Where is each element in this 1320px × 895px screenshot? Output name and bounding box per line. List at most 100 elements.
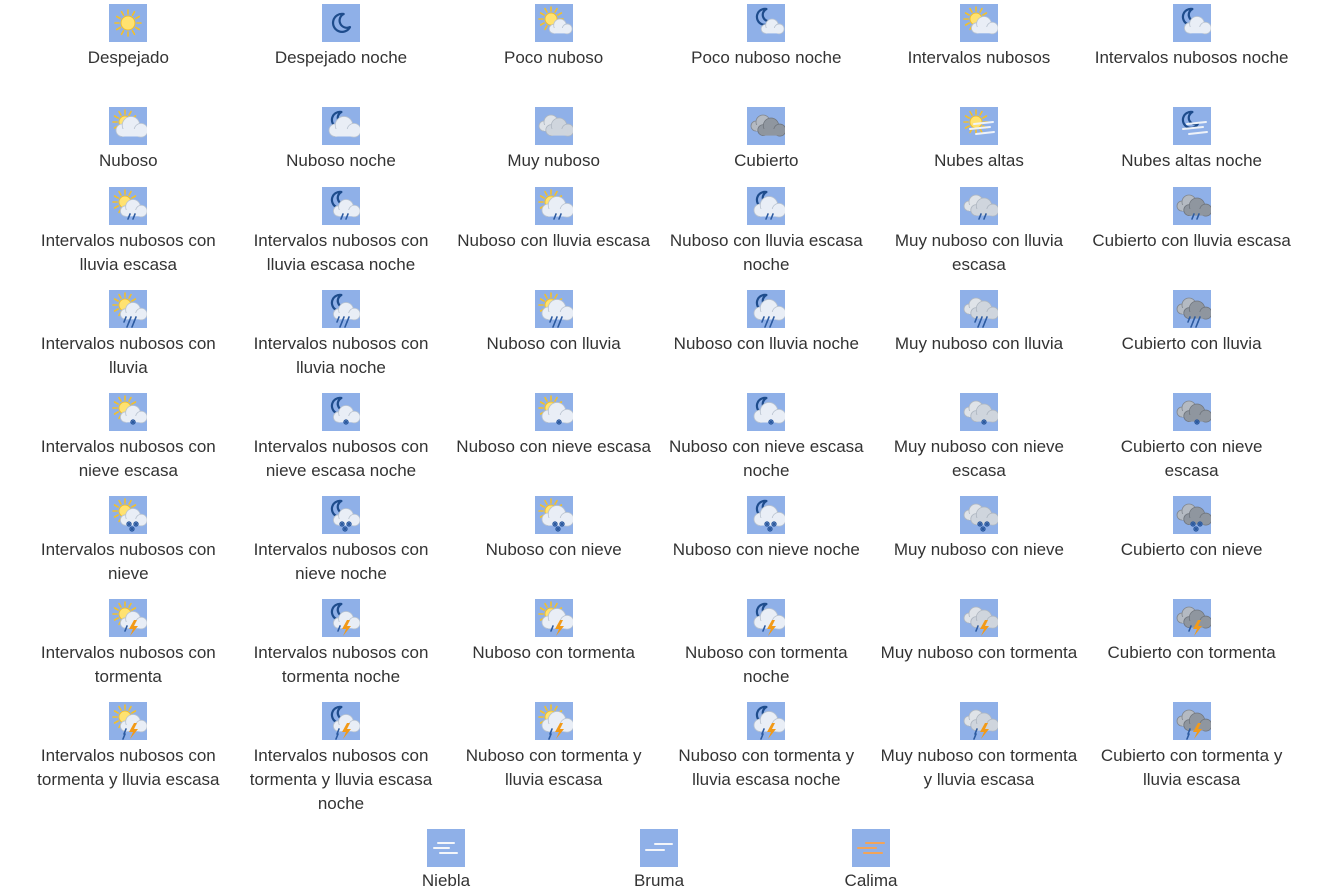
legend-item-label: Nuboso noche [286,151,396,170]
legend-item-cubierto-lluvia-escasa: Cubierto con lluvia escasa [1085,187,1298,290]
clouds-icon [534,107,573,145]
sun-cloud-storm-icon [109,599,148,637]
legend-item-intervalos-nubosos-nieve-escasa: Intervalos nubosos con nieve escasa [22,393,235,496]
haze-icon [852,829,890,867]
legend-item-label: Muy nuboso con tormenta y lluvia escasa [880,746,1078,789]
legend-item-label: Muy nuboso con nieve escasa [893,437,1064,480]
clouds-snow-icon [959,496,998,534]
dark-clouds-snow-icon [1172,496,1211,534]
legend-item-intervalos-nubosos-lluvia-noche: Intervalos nubosos con lluvia noche [235,290,448,393]
legend-item-nuboso-lluvia: Nuboso con lluvia [447,290,660,393]
legend-item-label: Muy nuboso con lluvia [894,334,1064,353]
legend-item-poco-nuboso: Poco nuboso [447,4,660,107]
legend-item-label: Muy nuboso con nieve [893,540,1064,559]
legend-item-label: Intervalos nubosos con nieve [40,540,216,583]
sun-cloud-light-snow-icon [534,393,573,431]
legend-item-label: Nuboso con nieve noche [672,540,860,559]
sun-cloud-rain-icon [109,290,148,328]
sun-cloud-storm-icon [534,599,573,637]
legend-item-label: Nubes altas noche [1121,151,1263,170]
legend-item-niebla: Niebla [386,829,506,893]
legend-item-intervalos-nubosos-tormenta-noche: Intervalos nubosos con tormenta noche [235,599,448,702]
legend-item-intervalos-nubosos-nieve-escasa-noche: Intervalos nubosos con nieve escasa noch… [235,393,448,496]
sun-high-clouds-icon [959,107,998,145]
dark-clouds-storm-rain-icon [1172,702,1211,740]
legend-item-muy-nuboso: Muy nuboso [447,107,660,187]
moon-cloud-storm-rain-icon [321,702,360,740]
legend-item-cubierto: Cubierto [660,107,873,187]
legend-item-label: Muy nuboso con lluvia escasa [894,231,1064,274]
legend-item-intervalos-nubosos-nieve-noche: Intervalos nubosos con nieve noche [235,496,448,599]
moon-cloud-snow-icon [747,496,786,534]
legend-item-label: Intervalos nubosos con nieve escasa noch… [253,437,429,480]
legend-item-label: Niebla [421,871,471,890]
legend-item-label: Nuboso con lluvia [486,334,621,353]
legend-item-label: Muy nuboso con tormenta [880,643,1078,662]
legend-item-muy-nuboso-tormenta-lluvia-escasa: Muy nuboso con tormenta y lluvia escasa [873,702,1086,805]
legend-item-label: Intervalos nubosos [907,48,1051,67]
legend-item-nubes-altas-noche: Nubes altas noche [1085,107,1298,187]
legend-item-cubierto-tormenta-lluvia-escasa: Cubierto con tormenta y lluvia escasa [1085,702,1298,805]
legend-item-label: Nuboso con tormenta y lluvia escasa [465,746,642,789]
legend-row: Intervalos nubosos con lluvia Intervalos… [22,290,1298,393]
sun-cloud-icon [109,107,148,145]
legend-item-label: Nubes altas [934,151,1024,170]
weather-legend-grid: Despejado Despejado noche Poco nuboso Po… [22,4,1298,813]
legend-item-label: Intervalos nubosos con lluvia noche [253,334,429,377]
legend-item-label: Nuboso con nieve escasa noche [668,437,864,480]
moon-small-cloud-icon [747,4,786,42]
legend-row: Intervalos nubosos con tormenta y lluvia… [22,702,1298,813]
legend-item-label: Intervalos nubosos con nieve escasa [40,437,216,480]
legend-item-bruma: Bruma [599,829,719,893]
fog-icon [427,829,465,867]
legend-item-label: Intervalos nubosos noche [1094,48,1289,67]
legend-item-label: Cubierto con tormenta [1107,643,1276,662]
legend-item-despejado: Despejado [22,4,235,107]
moon-icon [321,4,360,42]
legend-row: Intervalos nubosos con tormenta Interval… [22,599,1298,702]
moon-cloud-storm-icon [747,599,786,637]
legend-item-muy-nuboso-nieve: Muy nuboso con nieve [873,496,1086,599]
moon-cloud-light-snow-icon [747,393,786,431]
legend-item-nuboso-noche: Nuboso noche [235,107,448,187]
legend-item-label: Despejado [87,48,169,67]
legend-row: Intervalos nubosos con nieve Intervalos … [22,496,1298,599]
moon-cloud-light-rain-icon [321,187,360,225]
legend-item-intervalos-nubosos-nieve: Intervalos nubosos con nieve [22,496,235,599]
legend-item-nuboso-tormenta-lluvia-escasa-noche: Nuboso con tormenta y lluvia escasa noch… [660,702,873,805]
legend-item-label: Calima [844,871,898,890]
moon-cloud-light-rain-icon [747,187,786,225]
legend-item-muy-nuboso-lluvia: Muy nuboso con lluvia [873,290,1086,393]
dark-clouds-light-snow-icon [1172,393,1211,431]
legend-item-nuboso-nieve: Nuboso con nieve [447,496,660,599]
legend-item-label: Intervalos nubosos con tormenta y lluvia… [37,746,220,789]
sun-icon [109,4,148,42]
mist-icon [640,829,678,867]
sun-cloud-icon [959,4,998,42]
dark-clouds-rain-icon [1172,290,1211,328]
legend-item-label: Nuboso con lluvia escasa noche [669,231,863,274]
sun-cloud-light-snow-icon [109,393,148,431]
legend-item-label: Poco nuboso [504,48,604,67]
legend-item-label: Cubierto con lluvia [1121,334,1262,353]
legend-item-label: Despejado noche [274,48,408,67]
legend-item-nubes-altas: Nubes altas [873,107,1086,187]
moon-cloud-rain-icon [747,290,786,328]
legend-item-label: Intervalos nubosos con tormenta noche [253,643,429,686]
legend-item-cubierto-nieve-escasa: Cubierto con nieve escasa [1085,393,1298,496]
legend-item-label: Poco nuboso noche [691,48,842,67]
moon-cloud-light-snow-icon [321,393,360,431]
moon-cloud-snow-icon [321,496,360,534]
legend-item-intervalos-nubosos-tormenta-lluvia-escasa-noche: Intervalos nubosos con tormenta y lluvia… [235,702,448,813]
sun-cloud-snow-icon [109,496,148,534]
legend-item-label: Intervalos nubosos con nieve noche [253,540,429,583]
legend-item-label: Nuboso [99,151,158,170]
legend-item-label: Nuboso con tormenta [472,643,635,662]
legend-item-label: Nuboso con lluvia escasa [457,231,651,250]
legend-item-intervalos-nubosos-tormenta-lluvia-escasa: Intervalos nubosos con tormenta y lluvia… [22,702,235,805]
dark-clouds-light-rain-icon [1172,187,1211,225]
legend-item-poco-nuboso-noche: Poco nuboso noche [660,4,873,107]
legend-item-intervalos-nubosos-lluvia-escasa: Intervalos nubosos con lluvia escasa [22,187,235,290]
legend-item-nuboso-nieve-escasa: Nuboso con nieve escasa [447,393,660,496]
legend-item-nuboso-nieve-escasa-noche: Nuboso con nieve escasa noche [660,393,873,496]
